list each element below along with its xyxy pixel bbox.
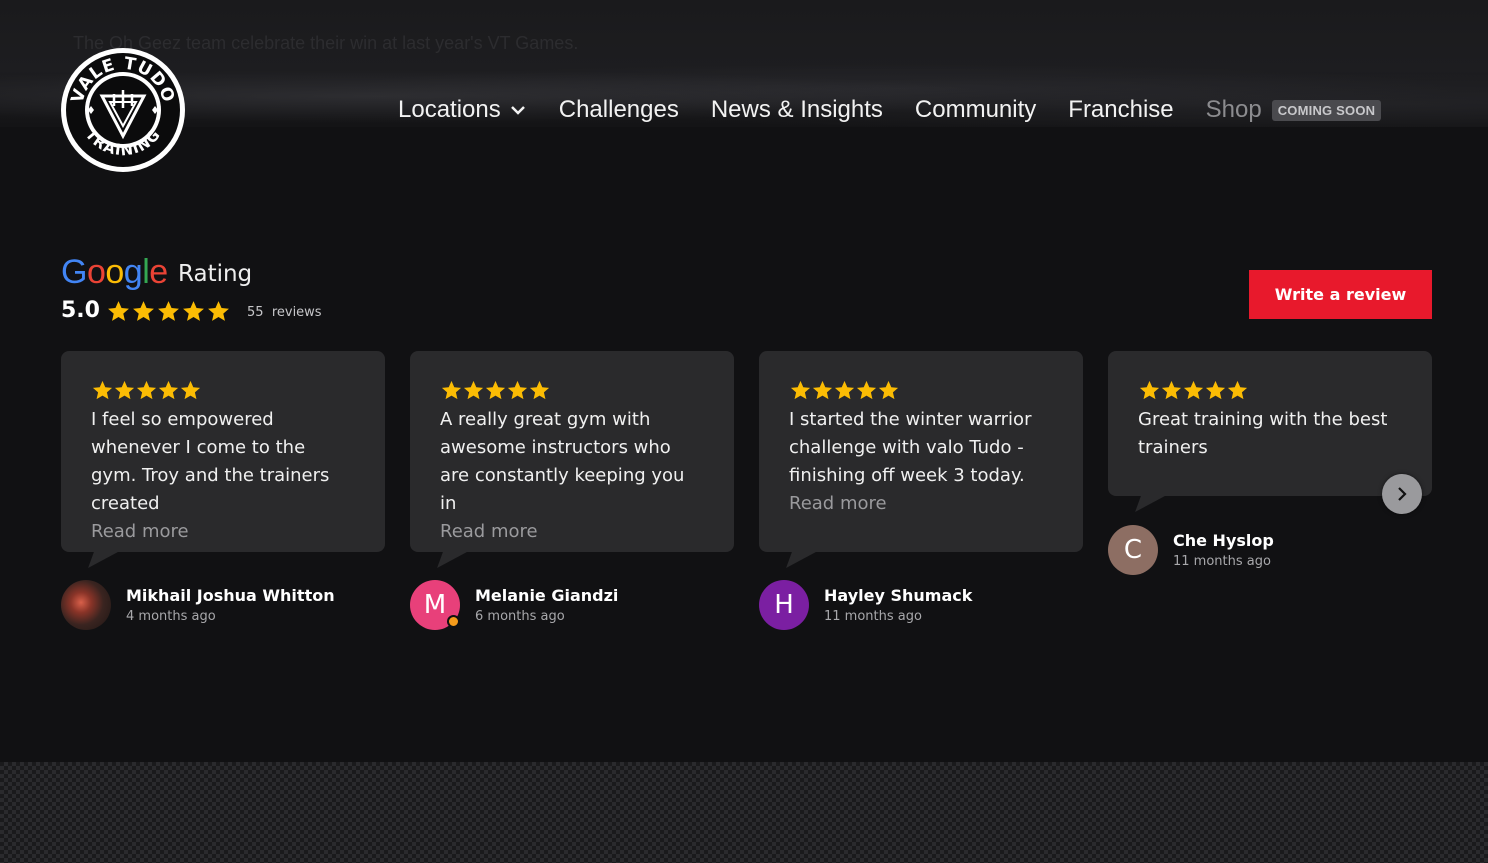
nav-franchise[interactable]: Franchise: [1068, 96, 1173, 124]
star-icon: [834, 380, 855, 400]
review-text: I feel so empowered whenever I come to t…: [91, 409, 330, 514]
star-icon: [507, 380, 528, 400]
avatar-letter: C: [1123, 535, 1143, 565]
star-icon: [878, 380, 899, 400]
star-icon: [463, 380, 484, 400]
footer-pattern: [0, 762, 1488, 863]
review-count: 55 reviews: [247, 305, 322, 320]
read-more-link[interactable]: Read more: [440, 518, 704, 546]
chevron-down-icon: [510, 106, 525, 115]
star-icon: [180, 380, 201, 400]
review-text: I started the winter warrior challenge w…: [789, 409, 1032, 486]
review-author: M Melanie Giandzi 6 months ago: [410, 580, 618, 630]
review-author: Mikhail Joshua Whitton 4 months ago: [61, 580, 335, 630]
star-icon: [790, 380, 811, 400]
review-count-label: reviews: [271, 305, 322, 320]
author-name: Hayley Shumack: [824, 586, 973, 605]
review-card: I feel so empowered whenever I come to t…: [61, 351, 385, 552]
star-icon: [108, 301, 129, 321]
chevron-right-icon: [1398, 487, 1407, 501]
star-icon: [183, 301, 204, 321]
vale-tudo-logo[interactable]: VALE TUDO TRAINING: [58, 46, 188, 174]
avatar: M: [410, 580, 460, 630]
author-name: Mikhail Joshua Whitton: [126, 586, 335, 605]
local-guide-icon: [447, 615, 460, 628]
review-stars: [1138, 379, 1402, 402]
star-icon: [158, 301, 179, 321]
nav-locations[interactable]: Locations: [398, 96, 527, 124]
star-icon: [92, 380, 113, 400]
star-icon: [856, 380, 877, 400]
review-count-number: 55: [247, 305, 264, 320]
star-icon: [529, 380, 550, 400]
review-text: A really great gym with awesome instruct…: [440, 409, 685, 514]
nav-challenges[interactable]: Challenges: [559, 96, 679, 124]
review-card: I started the winter warrior challenge w…: [759, 351, 1083, 552]
star-icon: [133, 301, 154, 321]
author-name: Melanie Giandzi: [475, 586, 619, 605]
review-date: 11 months ago: [824, 609, 922, 624]
avatar: C: [1108, 525, 1158, 575]
review-date: 6 months ago: [475, 609, 565, 624]
rating-stars: [106, 299, 231, 324]
star-icon: [1205, 380, 1226, 400]
nav-shop[interactable]: Shop: [1206, 96, 1262, 124]
review-text: Great training with the best trainers: [1138, 409, 1388, 458]
review-author: C Che Hyslop 11 months ago: [1108, 525, 1274, 575]
google-logo: Google: [61, 253, 168, 291]
avatar: [61, 580, 111, 630]
star-icon: [441, 380, 462, 400]
nav-community[interactable]: Community: [915, 96, 1036, 124]
review-date: 4 months ago: [126, 609, 216, 624]
avatar: H: [759, 580, 809, 630]
rating-label: Rating: [178, 261, 253, 287]
review-stars: [440, 379, 704, 402]
avatar-letter: H: [774, 590, 794, 620]
review-card: A really great gym with awesome instruct…: [410, 351, 734, 552]
star-icon: [208, 301, 229, 321]
main-nav: Locations Challenges News & Insights Com…: [398, 94, 1382, 126]
review-stars: [91, 379, 355, 402]
star-icon: [812, 380, 833, 400]
star-icon: [158, 380, 179, 400]
read-more-link[interactable]: Read more: [91, 518, 355, 546]
nav-news-insights[interactable]: News & Insights: [711, 96, 883, 124]
star-icon: [136, 380, 157, 400]
star-icon: [485, 380, 506, 400]
star-icon: [1227, 380, 1248, 400]
write-review-button[interactable]: Write a review: [1249, 270, 1432, 319]
nav-locations-label: Locations: [398, 96, 501, 123]
coming-soon-badge: COMING SOON: [1271, 99, 1382, 121]
star-icon: [1183, 380, 1204, 400]
review-card: Great training with the best trainers: [1108, 351, 1432, 496]
review-date: 11 months ago: [1173, 554, 1271, 569]
author-name: Che Hyslop: [1173, 531, 1274, 550]
rating-score: 5.0: [61, 298, 100, 323]
star-icon: [1161, 380, 1182, 400]
read-more-link[interactable]: Read more: [789, 490, 1053, 518]
review-author: H Hayley Shumack 11 months ago: [759, 580, 972, 630]
carousel-next-button[interactable]: [1382, 474, 1422, 514]
avatar-letter: M: [423, 590, 447, 620]
star-icon: [114, 380, 135, 400]
star-icon: [1139, 380, 1160, 400]
review-stars: [789, 379, 1053, 402]
